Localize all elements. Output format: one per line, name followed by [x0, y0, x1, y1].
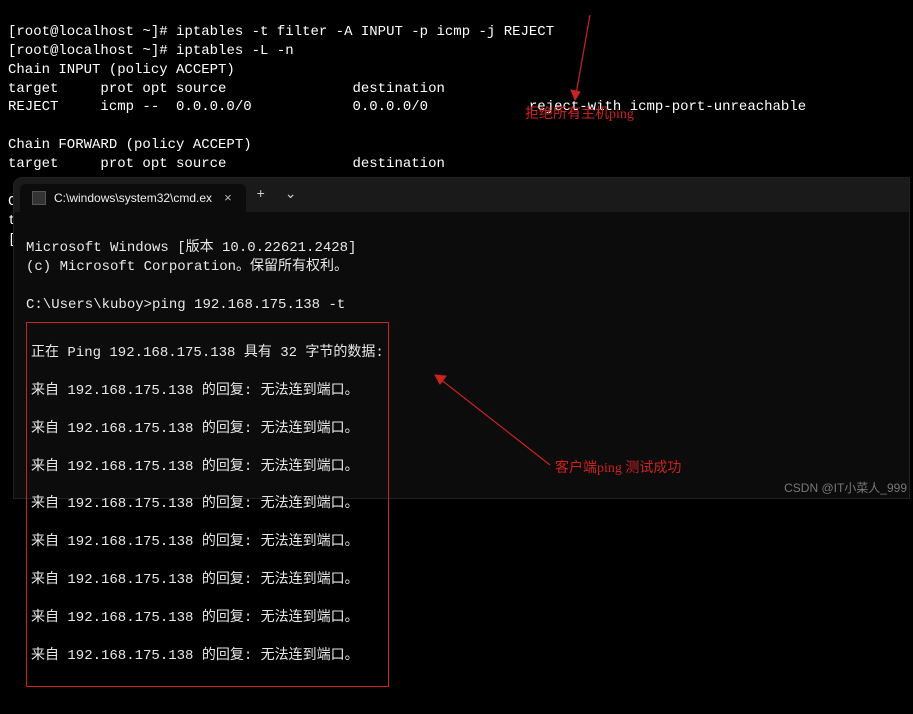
cmd-icon — [32, 191, 46, 205]
titlebar: C:\windows\system32\cmd.ex × + ⌄ — [14, 178, 909, 212]
banner-line: (c) Microsoft Corporation。保留所有权利。 — [26, 259, 348, 275]
tab-title: C:\windows\system32\cmd.ex — [54, 190, 212, 206]
close-icon[interactable]: × — [220, 189, 236, 207]
ping-reply: 来自 192.168.175.138 的回复: 无法连到端口。 — [31, 382, 384, 401]
ping-output-box: 正在 Ping 192.168.175.138 具有 32 字节的数据: 来自 … — [26, 322, 389, 687]
tab-cmd[interactable]: C:\windows\system32\cmd.ex × — [20, 184, 246, 212]
ping-reply: 来自 192.168.175.138 的回复: 无法连到端口。 — [31, 495, 384, 514]
shell-prompt: [root@localhost ~]# — [8, 24, 168, 40]
watermark: CSDN @IT小菜人_999 — [784, 480, 907, 496]
annotation-text-2: 客户端ping 测试成功 — [555, 460, 681, 479]
banner-line: Microsoft Windows [版本 10.0.22621.2428] — [26, 240, 356, 256]
tab-dropdown-button[interactable]: ⌄ — [276, 186, 306, 205]
annotation-arrow-1 — [420, 10, 600, 120]
ping-reply: 来自 192.168.175.138 的回复: 无法连到端口。 — [31, 533, 384, 552]
ping-reply: 来自 192.168.175.138 的回复: 无法连到端口。 — [31, 458, 384, 477]
reject-rule: REJECT icmp -- 0.0.0.0/0 0.0.0.0/0 rejec… — [8, 99, 806, 115]
ping-header: 正在 Ping 192.168.175.138 具有 32 字节的数据: — [31, 344, 384, 363]
ping-reply: 来自 192.168.175.138 的回复: 无法连到端口。 — [31, 647, 384, 666]
ping-reply: 来自 192.168.175.138 的回复: 无法连到端口。 — [31, 420, 384, 439]
shell-prompt: [root@localhost ~]# — [8, 43, 168, 59]
chain-input-header: Chain INPUT (policy ACCEPT) — [8, 62, 235, 78]
new-tab-button[interactable]: + — [246, 186, 276, 205]
ping-command: ping 192.168.175.138 -t — [152, 297, 345, 313]
columns-header: target prot opt source destination — [8, 156, 445, 172]
ping-reply: 来自 192.168.175.138 的回复: 无法连到端口。 — [31, 609, 384, 628]
command-2: iptables -L -n — [176, 43, 294, 59]
cmd-prompt: C:\Users\kuboy> — [26, 297, 152, 313]
annotation-text-1: 拒绝所有主机ping — [525, 106, 634, 125]
ping-reply: 来自 192.168.175.138 的回复: 无法连到端口。 — [31, 571, 384, 590]
columns-header: target prot opt source destination — [8, 81, 445, 97]
chain-forward-header: Chain FORWARD (policy ACCEPT) — [8, 137, 252, 153]
